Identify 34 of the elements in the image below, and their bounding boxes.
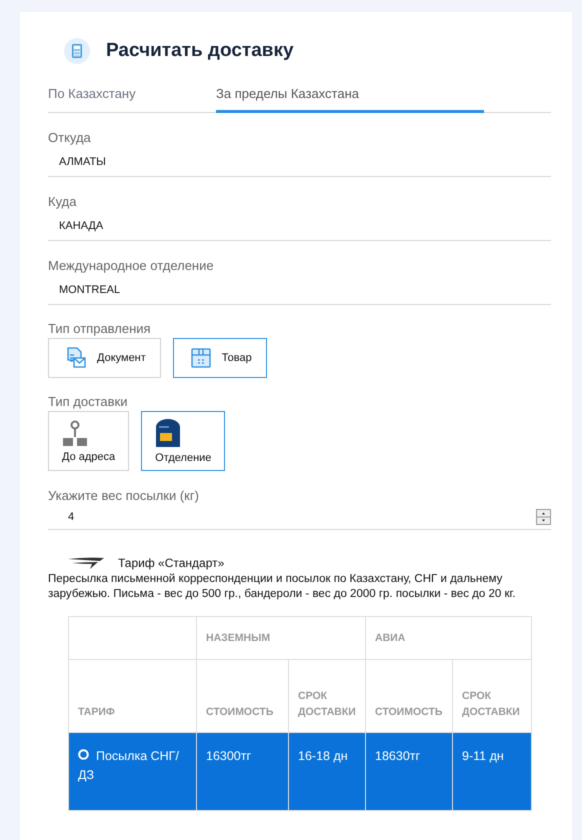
field-label: Откуда — [48, 130, 92, 145]
table-cell[interactable]: Посылка СНГ/ДЗ — [68, 732, 196, 810]
table-cell: 16300тг — [196, 732, 288, 810]
option-button[interactable]: Товар — [172, 338, 267, 378]
table-cell: 9-11 дн — [452, 732, 532, 810]
table-cell: 18630тг — [366, 732, 453, 810]
mailbox-icon — [155, 418, 182, 446]
tariff-title: Тариф «Стандарт» — [118, 556, 224, 570]
tariff-description: Пересылка письменной корреспонденции и посылок по Казахстану, СНГ и дальнему зарубежью. Письма - вес до 500 гр., бандероли - вес до 2000 гр. посылки - вес до 20 кг. — [48, 572, 516, 602]
number-field[interactable]: 4 — [48, 503, 551, 530]
field-label: Тип отправления — [48, 321, 152, 336]
document-icon — [65, 347, 87, 369]
spinner-icon[interactable] — [536, 509, 551, 525]
field-label: Тип доставки — [48, 394, 128, 409]
table-header-cell: НАЗЕМНЫМ — [196, 616, 366, 660]
select-field[interactable]: АЛМАТЫ — [48, 145, 551, 177]
table-cell: 16-18 дн — [288, 732, 366, 810]
field-label: Укажите вес посылки (кг) — [48, 488, 200, 503]
page-title: Расчитать доставку — [106, 40, 294, 62]
option-button[interactable]: До адреса — [48, 411, 130, 471]
option-button[interactable]: Отделение — [141, 411, 226, 471]
tab[interactable]: За пределы Казахстана — [216, 82, 484, 113]
radio-icon[interactable] — [78, 749, 89, 760]
select-field[interactable]: КАНАДА — [48, 209, 551, 241]
box-icon — [190, 347, 212, 369]
tab[interactable]: По Казахстану — [48, 82, 216, 113]
map-pin-icon — [62, 420, 88, 446]
field-label: Международное отделение — [48, 258, 215, 273]
table-header-cell: АВИА — [366, 616, 532, 660]
field-label: Куда — [48, 194, 78, 209]
calculator-icon — [64, 38, 90, 64]
swoosh-icon — [68, 557, 104, 569]
option-button[interactable]: Документ — [48, 338, 161, 378]
select-field[interactable]: MONTREAL — [48, 273, 551, 305]
